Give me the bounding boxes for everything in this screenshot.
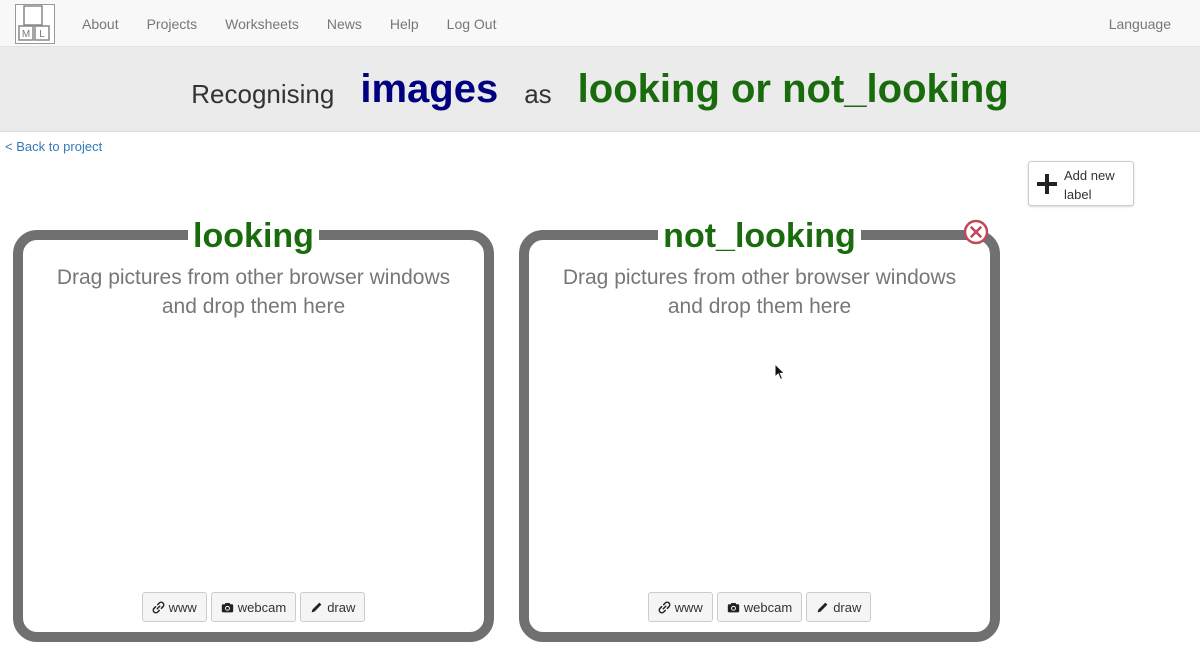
webcam-button-label: webcam	[743, 599, 793, 615]
title-data-type: images	[360, 67, 499, 111]
drop-hint-line1: Drag pictures from other browser windows	[562, 266, 957, 289]
title-middle: as	[524, 79, 552, 109]
navbar: M L About Projects Worksheets News Help …	[0, 0, 1200, 47]
label-bucket-not-looking[interactable]: not_looking Drag pictures from other bro…	[519, 218, 1000, 642]
pencil-icon	[817, 602, 828, 612]
pencil-icon	[311, 602, 322, 612]
nav-logout[interactable]: Log Out	[433, 16, 511, 32]
www-button[interactable]: www	[647, 592, 713, 622]
draw-button[interactable]: draw	[300, 592, 366, 622]
nav-projects[interactable]: Projects	[133, 16, 212, 32]
webcam-button[interactable]: webcam	[716, 592, 803, 622]
delete-label-icon[interactable]	[963, 219, 989, 245]
project-title: Recognising images as looking or not_loo…	[0, 47, 1200, 132]
mouse-cursor-icon	[774, 363, 786, 381]
label-title: looking	[188, 218, 319, 254]
title-labels: looking or not_looking	[577, 67, 1009, 111]
back-to-project-link[interactable]: < Back to project	[5, 139, 102, 154]
www-button[interactable]: www	[141, 592, 207, 622]
page-header: Recognising images as looking or not_loo…	[0, 47, 1200, 132]
www-button-label: www	[674, 599, 703, 615]
ml-logo-icon[interactable]: M L	[15, 4, 55, 44]
logo-letter-m: M	[22, 29, 30, 40]
nav-language[interactable]: Language	[1109, 0, 1171, 47]
drop-hint: Drag pictures from other browser windows…	[23, 263, 484, 321]
source-button-row: www webcam draw	[23, 592, 484, 622]
drop-hint-line1: Drag pictures from other browser windows	[56, 266, 451, 289]
plus-icon	[1037, 174, 1057, 194]
drop-hint: Drag pictures from other browser windows…	[529, 263, 990, 321]
title-prefix: Recognising	[191, 79, 335, 109]
label-bucket-looking[interactable]: looking Drag pictures from other browser…	[13, 218, 494, 642]
source-button-row: www webcam draw	[529, 592, 990, 622]
add-new-label-text: Add new label	[1064, 168, 1115, 202]
drop-hint-line2: and drop them here	[161, 295, 346, 318]
nav-worksheets[interactable]: Worksheets	[211, 16, 313, 32]
nav-news[interactable]: News	[313, 16, 376, 32]
add-new-label-button[interactable]: Add new label	[1028, 161, 1134, 206]
logo-letter-l: L	[39, 29, 45, 40]
camera-icon	[221, 602, 233, 612]
link-icon	[152, 601, 165, 613]
drop-hint-line2: and drop them here	[667, 295, 852, 318]
www-button-label: www	[168, 599, 197, 615]
webcam-button-label: webcam	[237, 599, 287, 615]
camera-icon	[727, 602, 739, 612]
label-title: not_looking	[658, 218, 861, 254]
draw-button-label: draw	[833, 599, 862, 615]
nav-about[interactable]: About	[68, 16, 133, 32]
nav-help[interactable]: Help	[376, 16, 433, 32]
nav-menu: About Projects Worksheets News Help Log …	[68, 0, 510, 47]
link-icon	[658, 601, 671, 613]
webcam-button[interactable]: webcam	[210, 592, 297, 622]
draw-button[interactable]: draw	[806, 592, 872, 622]
draw-button-label: draw	[327, 599, 356, 615]
